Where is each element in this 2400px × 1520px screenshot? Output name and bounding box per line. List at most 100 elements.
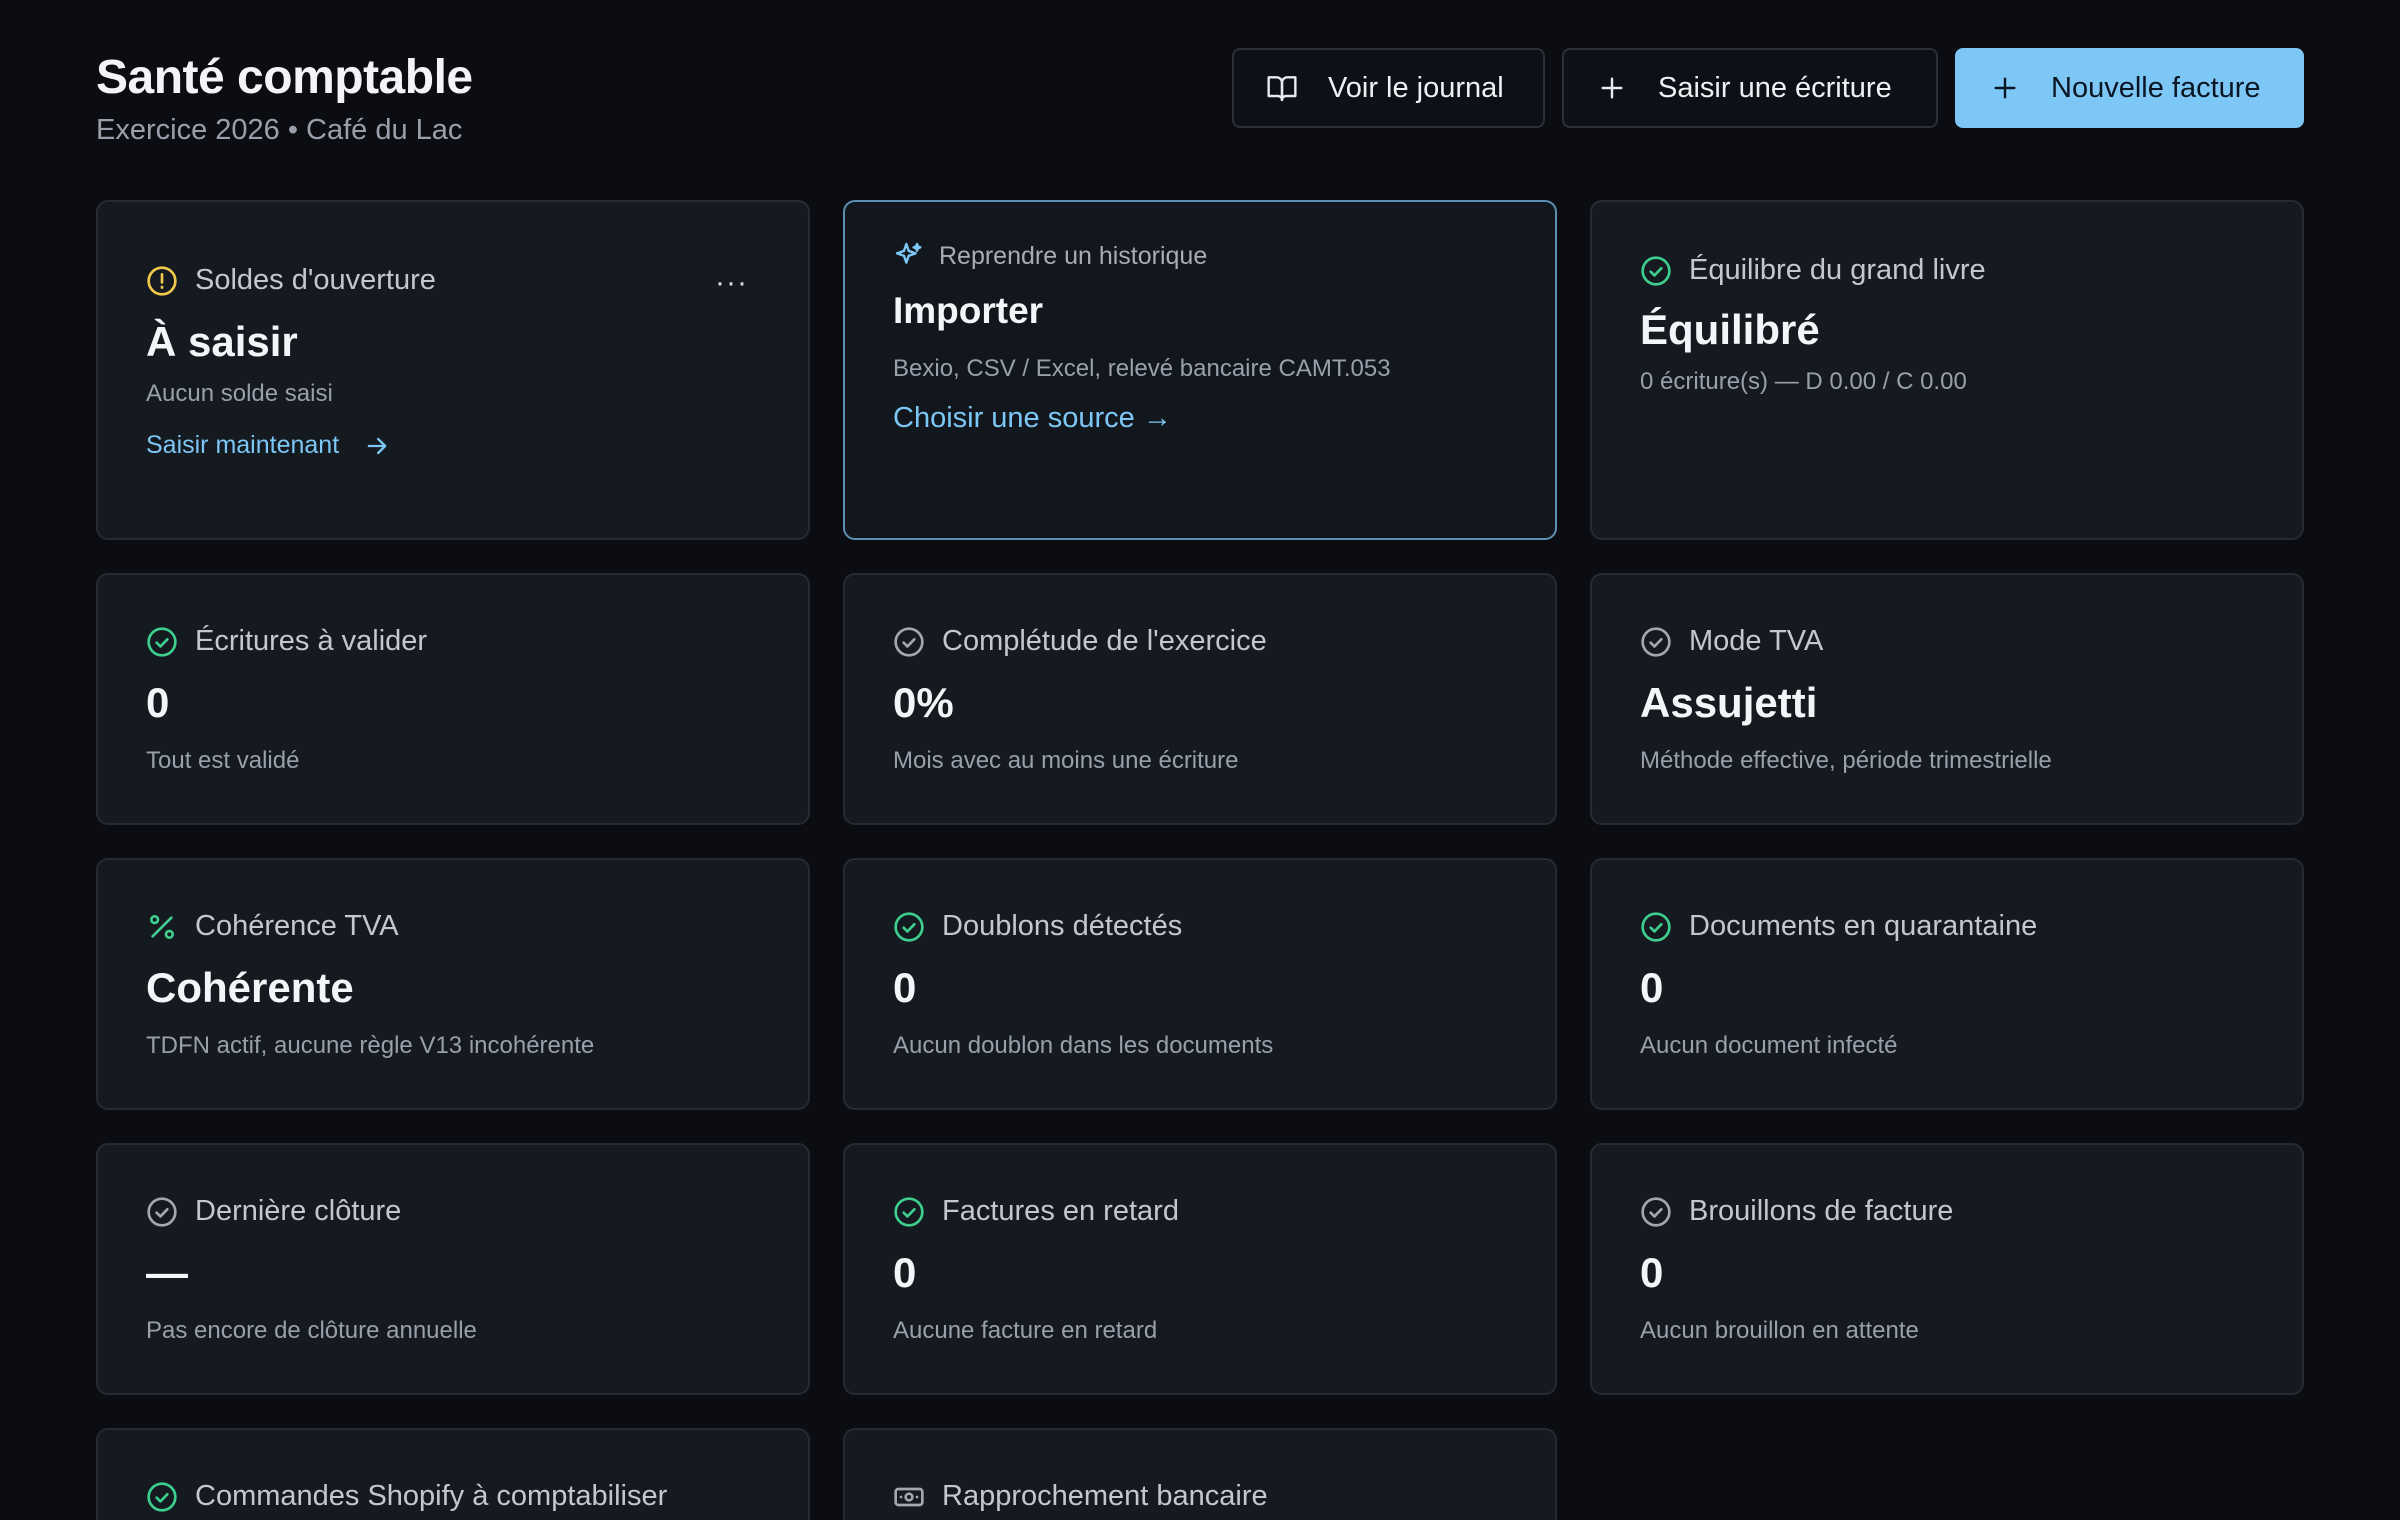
- check-circle-icon: [1640, 255, 1672, 287]
- page-header: Santé comptable Exercice 2026 • Café du …: [96, 0, 2304, 200]
- card-value: —: [146, 1249, 188, 1296]
- arrow-right-icon: [363, 432, 391, 460]
- card-header: Soldes d'ouverture: [146, 264, 760, 297]
- card-value: 0: [1640, 1249, 1664, 1296]
- add-entry-label: Saisir une écriture: [1658, 71, 1892, 104]
- card-description: Bexio, CSV / Excel, relevé bancaire CAMT…: [893, 355, 1391, 382]
- overdue-invoices-card[interactable]: Factures en retard 0 Aucune facture en r…: [843, 1143, 1557, 1395]
- card-label: Écritures à valider: [195, 625, 428, 657]
- card-label: Documents en quarantaine: [1689, 910, 2038, 942]
- warning-circle-icon: [146, 265, 178, 297]
- view-journal-label: Voir le journal: [1328, 71, 1504, 104]
- card-label: Rapprochement bancaire: [942, 1480, 1268, 1512]
- enter-now-link[interactable]: Saisir maintenant: [146, 431, 760, 460]
- import-history-card[interactable]: Reprendre un historique Importer Bexio, …: [843, 200, 1557, 540]
- vat-mode-card[interactable]: Mode TVA Assujetti Méthode effective, pé…: [1590, 573, 2304, 825]
- card-label: Commandes Shopify à comptabiliser: [195, 1480, 668, 1512]
- banknote-icon: [893, 1481, 925, 1513]
- check-circle-icon: [893, 626, 925, 658]
- header-actions: Voir le journal Saisir une écriture Nouv…: [1232, 48, 2304, 128]
- card-value: Assujetti: [1640, 679, 1818, 726]
- card-label: Dernière clôture: [195, 1195, 402, 1227]
- card-value: 0: [893, 1249, 917, 1296]
- card-value: 0: [1640, 964, 1664, 1011]
- card-header: Reprendre un historique: [893, 240, 1507, 272]
- card-header: Documents en quarantaine: [1640, 910, 2254, 943]
- card-description: Aucun doublon dans les documents: [893, 1032, 1274, 1059]
- check-circle-icon: [146, 626, 178, 658]
- card-label: Complétude de l'exercice: [942, 625, 1267, 657]
- shopify-orders-card[interactable]: Commandes Shopify à comptabiliser: [96, 1428, 810, 1520]
- card-value: Équilibré: [1640, 306, 1820, 353]
- card-kicker: Reprendre un historique: [939, 241, 1208, 270]
- card-header: Complétude de l'exercice: [893, 625, 1507, 658]
- opening-balances-card[interactable]: Soldes d'ouverture ··· À saisir Aucun so…: [96, 200, 810, 540]
- sparkles-icon: [893, 240, 925, 272]
- fiscal-completeness-card[interactable]: Complétude de l'exercice 0% Mois avec au…: [843, 573, 1557, 825]
- entries-to-validate-card[interactable]: Écritures à valider 0 Tout est validé: [96, 573, 810, 825]
- add-entry-button[interactable]: Saisir une écriture: [1562, 48, 1938, 128]
- card-description: Méthode effective, période trimestrielle: [1640, 747, 2052, 774]
- title-block: Santé comptable Exercice 2026 • Café du …: [96, 50, 473, 148]
- card-header: Factures en retard: [893, 1195, 1507, 1228]
- choose-source-link[interactable]: Choisir une source →: [893, 402, 1507, 435]
- card-header: Brouillons de facture: [1640, 1195, 2254, 1228]
- card-header: Doublons détectés: [893, 910, 1507, 943]
- card-label: Mode TVA: [1689, 625, 1824, 657]
- card-description: 0 écriture(s) — D 0.00 / C 0.00: [1640, 368, 1967, 395]
- card-header: Dernière clôture: [146, 1195, 760, 1228]
- last-closing-card[interactable]: Dernière clôture — Pas encore de clôture…: [96, 1143, 810, 1395]
- page-subtitle: Exercice 2026 • Café du Lac: [96, 114, 463, 146]
- card-description: Aucun brouillon en attente: [1640, 1317, 1919, 1344]
- card-description: TDFN actif, aucune règle V13 incohérente: [146, 1032, 595, 1059]
- card-header: Mode TVA: [1640, 625, 2254, 658]
- card-title: Importer: [893, 290, 1044, 331]
- invoice-drafts-card[interactable]: Brouillons de facture 0 Aucun brouillon …: [1590, 1143, 2304, 1395]
- duplicates-card[interactable]: Doublons détectés 0 Aucun doublon dans l…: [843, 858, 1557, 1110]
- check-circle-icon: [146, 1481, 178, 1513]
- check-circle-icon: [146, 1196, 178, 1228]
- card-label: Équilibre du grand livre: [1689, 254, 1986, 286]
- ledger-balance-card[interactable]: Équilibre du grand livre Équilibré 0 écr…: [1590, 200, 2304, 540]
- card-label: Doublons détectés: [942, 910, 1183, 942]
- view-journal-button[interactable]: Voir le journal: [1232, 48, 1545, 128]
- plus-icon: [1987, 70, 2023, 106]
- check-circle-icon: [1640, 626, 1672, 658]
- card-header: Écritures à valider: [146, 625, 760, 658]
- card-label: Soldes d'ouverture: [195, 264, 436, 296]
- card-description: Mois avec au moins une écriture: [893, 747, 1239, 774]
- health-grid: Soldes d'ouverture ··· À saisir Aucun so…: [96, 200, 2304, 1520]
- percent-icon: [146, 911, 178, 943]
- card-value: À saisir: [146, 318, 298, 365]
- check-circle-icon: [1640, 911, 1672, 943]
- card-header: Cohérence TVA: [146, 910, 760, 943]
- page-title: Santé comptable: [96, 51, 473, 104]
- card-value: 0: [893, 964, 917, 1011]
- card-header: Équilibre du grand livre: [1640, 254, 2254, 287]
- card-description: Pas encore de clôture annuelle: [146, 1317, 477, 1344]
- card-header: Commandes Shopify à comptabiliser: [146, 1480, 760, 1513]
- card-value: Cohérente: [146, 964, 354, 1011]
- card-label: Cohérence TVA: [195, 910, 399, 942]
- card-description: Aucun solde saisi: [146, 380, 333, 407]
- check-circle-icon: [1640, 1196, 1672, 1228]
- bank-reconciliation-card[interactable]: Rapprochement bancaire: [843, 1428, 1557, 1520]
- card-description: Tout est validé: [146, 747, 300, 774]
- card-value: 0%: [893, 679, 954, 726]
- quarantine-card[interactable]: Documents en quarantaine 0 Aucun documen…: [1590, 858, 2304, 1110]
- plus-icon: [1594, 70, 1630, 106]
- vat-coherence-card[interactable]: Cohérence TVA Cohérente TDFN actif, aucu…: [96, 858, 810, 1110]
- check-circle-icon: [893, 1196, 925, 1228]
- book-open-icon: [1264, 70, 1300, 106]
- card-description: Aucun document infecté: [1640, 1032, 1898, 1059]
- card-description: Aucune facture en retard: [893, 1317, 1158, 1344]
- card-label: Brouillons de facture: [1689, 1195, 1954, 1227]
- check-circle-icon: [893, 911, 925, 943]
- link-label: Saisir maintenant: [146, 431, 340, 459]
- card-header: Rapprochement bancaire: [893, 1480, 1507, 1513]
- more-options-button[interactable]: ···: [715, 266, 748, 300]
- card-value: 0: [146, 679, 170, 726]
- card-label: Factures en retard: [942, 1195, 1179, 1227]
- new-invoice-button[interactable]: Nouvelle facture: [1955, 48, 2304, 128]
- new-invoice-label: Nouvelle facture: [2051, 71, 2261, 104]
